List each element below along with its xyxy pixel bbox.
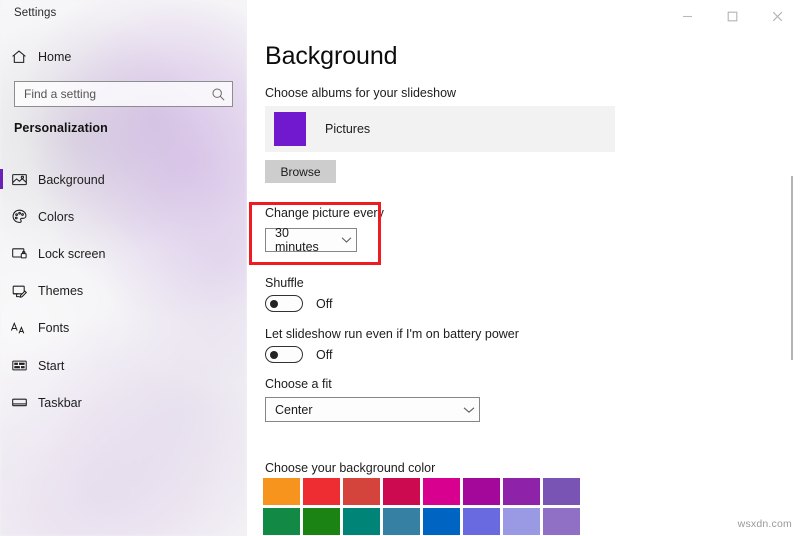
settings-window: Settings Home [0, 0, 800, 536]
album-name: Pictures [325, 122, 370, 136]
sidebar-item-taskbar[interactable]: Taskbar [0, 384, 247, 421]
color-swatch[interactable] [463, 508, 500, 535]
picture-icon [0, 171, 38, 188]
sidebar-item-label: Lock screen [38, 247, 105, 261]
sidebar-nav-list: Background Colors [0, 161, 247, 421]
color-swatch[interactable] [423, 508, 460, 535]
toggle-knob [270, 351, 278, 359]
shuffle-label: Shuffle [265, 276, 304, 290]
choose-a-fit-label: Choose a fit [265, 377, 332, 391]
album-thumbnail [274, 112, 306, 146]
chevron-down-icon [336, 236, 356, 244]
change-picture-every-value: 30 minutes [275, 226, 336, 254]
sidebar-item-lock-screen[interactable]: Lock screen [0, 235, 247, 272]
minimize-button[interactable] [665, 0, 710, 32]
sidebar-item-background[interactable]: Background [0, 161, 247, 198]
palette-icon [0, 208, 38, 225]
sidebar-item-label: Taskbar [38, 396, 82, 410]
toggle-knob [270, 300, 278, 308]
taskbar-icon [0, 394, 38, 411]
battery-toggle-state: Off [316, 348, 332, 362]
start-icon [0, 357, 38, 374]
sidebar-section-title: Personalization [14, 121, 108, 135]
sidebar-item-home-label: Home [38, 50, 71, 64]
sidebar-item-label: Start [38, 359, 64, 373]
sidebar: Settings Home [0, 0, 247, 536]
sidebar-item-fonts[interactable]: Fonts [0, 310, 247, 347]
color-swatch[interactable] [263, 478, 300, 505]
sidebar-item-label: Background [38, 173, 105, 187]
watermark: wsxdn.com [738, 518, 792, 530]
color-swatch[interactable] [343, 478, 380, 505]
background-color-label: Choose your background color [265, 461, 435, 475]
window-controls [665, 0, 800, 32]
color-swatch[interactable] [463, 478, 500, 505]
choose-a-fit-dropdown[interactable]: Center [265, 397, 480, 422]
color-swatch[interactable] [303, 478, 340, 505]
sidebar-item-label: Colors [38, 210, 74, 224]
shuffle-toggle[interactable] [265, 295, 303, 312]
battery-slideshow-toggle[interactable] [265, 346, 303, 363]
main-content: Background Choose albums for your slides… [247, 0, 800, 536]
color-swatch[interactable] [543, 508, 580, 535]
color-swatch[interactable] [343, 508, 380, 535]
search-icon [211, 87, 226, 102]
album-list-item[interactable]: Pictures [265, 106, 615, 152]
lock-screen-icon [0, 245, 38, 262]
fonts-icon [0, 320, 38, 337]
selection-indicator [0, 169, 3, 189]
maximize-icon [727, 11, 738, 22]
sidebar-item-colors[interactable]: Colors [0, 198, 247, 235]
color-swatch[interactable] [383, 478, 420, 505]
close-button[interactable] [755, 0, 800, 32]
change-picture-every-dropdown[interactable]: 30 minutes [265, 228, 357, 252]
change-picture-every-label: Change picture every [265, 206, 384, 220]
color-swatch[interactable] [263, 508, 300, 535]
search-box[interactable] [14, 81, 233, 107]
shuffle-toggle-state: Off [316, 297, 332, 311]
search-input[interactable] [24, 87, 211, 101]
maximize-button[interactable] [710, 0, 755, 32]
scrollbar-thumb[interactable] [791, 176, 793, 360]
color-swatch[interactable] [503, 478, 540, 505]
chevron-down-icon [459, 406, 479, 414]
sidebar-item-home[interactable]: Home [0, 44, 247, 70]
browse-button[interactable]: Browse [265, 160, 336, 183]
sidebar-item-start[interactable]: Start [0, 347, 247, 384]
color-swatch[interactable] [303, 508, 340, 535]
sidebar-item-label: Fonts [38, 321, 69, 335]
color-swatch[interactable] [423, 478, 460, 505]
battery-toggle-row: Off [265, 346, 332, 363]
albums-label: Choose albums for your slideshow [265, 86, 456, 100]
color-swatch[interactable] [383, 508, 420, 535]
sidebar-item-label: Themes [38, 284, 83, 298]
shuffle-toggle-row: Off [265, 295, 332, 312]
themes-icon [0, 283, 38, 300]
choose-a-fit-value: Center [275, 403, 459, 417]
color-swatch[interactable] [543, 478, 580, 505]
sidebar-item-themes[interactable]: Themes [0, 273, 247, 310]
background-color-grid [263, 478, 580, 535]
color-swatch[interactable] [503, 508, 540, 535]
window-title: Settings [14, 7, 56, 19]
close-icon [772, 11, 783, 22]
home-icon [0, 49, 38, 65]
vertical-scrollbar[interactable] [789, 32, 795, 536]
battery-slideshow-label: Let slideshow run even if I'm on battery… [265, 327, 519, 341]
page-title: Background [265, 42, 397, 71]
minimize-icon [682, 11, 693, 22]
